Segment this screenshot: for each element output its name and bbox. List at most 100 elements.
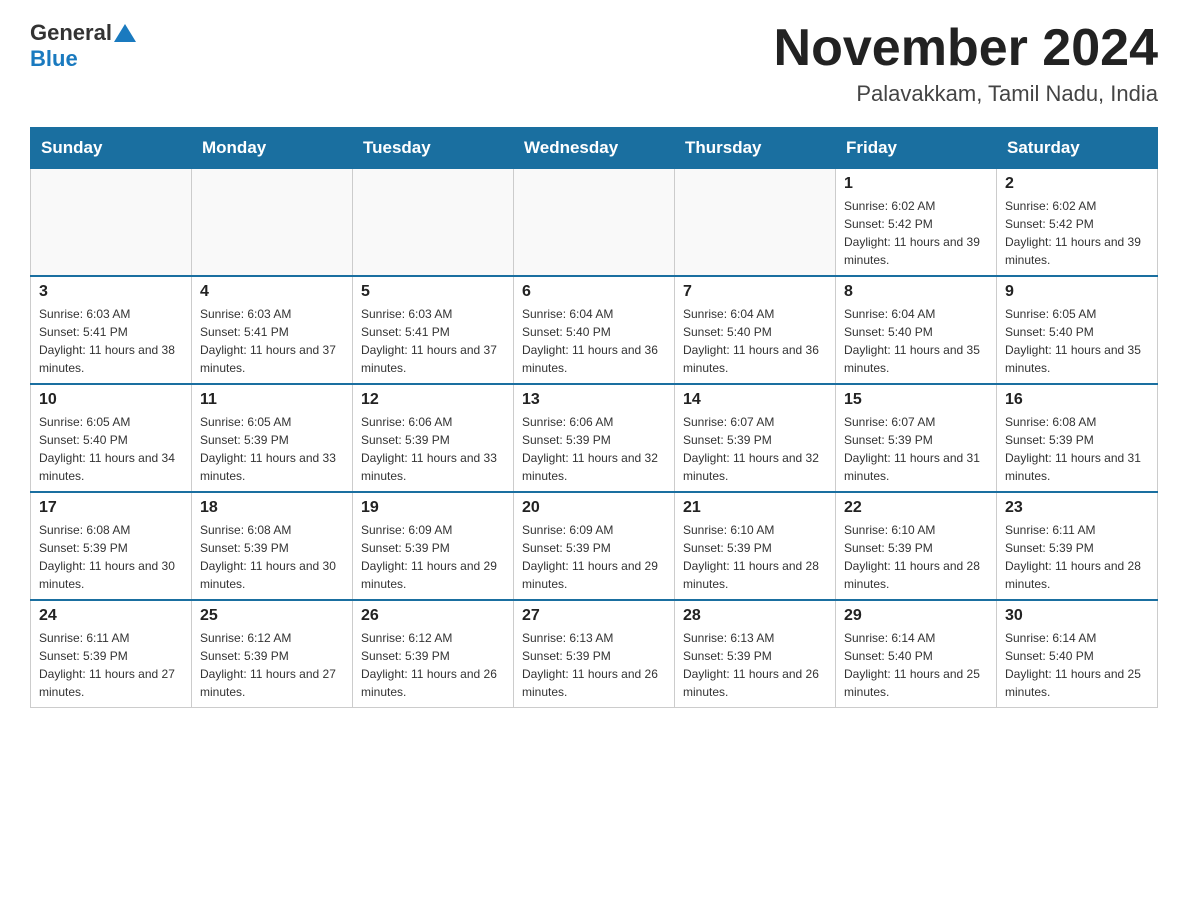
logo-triangle-icon <box>114 22 136 44</box>
weekday-header-row: SundayMondayTuesdayWednesdayThursdayFrid… <box>31 128 1158 169</box>
day-info: Sunrise: 6:12 AMSunset: 5:39 PMDaylight:… <box>361 629 505 701</box>
day-info: Sunrise: 6:05 AMSunset: 5:39 PMDaylight:… <box>200 413 344 485</box>
day-number: 11 <box>200 391 344 409</box>
title-block: November 2024 Palavakkam, Tamil Nadu, In… <box>774 20 1158 107</box>
calendar-cell: 13 Sunrise: 6:06 AMSunset: 5:39 PMDayligh… <box>514 384 675 492</box>
day-number: 28 <box>683 607 827 625</box>
day-info: Sunrise: 6:08 AMSunset: 5:39 PMDaylight:… <box>1005 413 1149 485</box>
calendar-cell <box>192 169 353 277</box>
day-info: Sunrise: 6:09 AMSunset: 5:39 PMDaylight:… <box>522 521 666 593</box>
calendar-cell: 4 Sunrise: 6:03 AMSunset: 5:41 PMDaylight… <box>192 276 353 384</box>
day-info: Sunrise: 6:03 AMSunset: 5:41 PMDaylight:… <box>200 305 344 377</box>
day-number: 19 <box>361 499 505 517</box>
calendar-cell: 27 Sunrise: 6:13 AMSunset: 5:39 PMDayligh… <box>514 600 675 708</box>
calendar-cell: 29Sunrise: 6:14 AMSunset: 5:40 PMDayligh… <box>836 600 997 708</box>
day-info: Sunrise: 6:13 AMSunset: 5:39 PMDaylight:… <box>522 629 666 701</box>
calendar-cell: 6Sunrise: 6:04 AMSunset: 5:40 PMDaylight… <box>514 276 675 384</box>
day-number: 7 <box>683 283 827 301</box>
day-number: 22 <box>844 499 988 517</box>
day-info: Sunrise: 6:14 AMSunset: 5:40 PMDaylight:… <box>844 629 988 701</box>
logo-text-blue: Blue <box>30 46 78 71</box>
day-number: 15 <box>844 391 988 409</box>
day-info: Sunrise: 6:03 AMSunset: 5:41 PMDaylight:… <box>39 305 183 377</box>
day-number: 30 <box>1005 607 1149 625</box>
day-number: 3 <box>39 283 183 301</box>
day-info: Sunrise: 6:07 AMSunset: 5:39 PMDaylight:… <box>844 413 988 485</box>
calendar-week-row: 17 Sunrise: 6:08 AMSunset: 5:39 PMDayligh… <box>31 492 1158 600</box>
calendar-cell <box>675 169 836 277</box>
calendar-cell: 20 Sunrise: 6:09 AMSunset: 5:39 PMDayligh… <box>514 492 675 600</box>
calendar-cell: 12 Sunrise: 6:06 AMSunset: 5:39 PMDayligh… <box>353 384 514 492</box>
day-number: 1 <box>844 175 988 193</box>
day-number: 23 <box>1005 499 1149 517</box>
day-info: Sunrise: 6:06 AMSunset: 5:39 PMDaylight:… <box>361 413 505 485</box>
day-info: Sunrise: 6:08 AMSunset: 5:39 PMDaylight:… <box>39 521 183 593</box>
day-info: Sunrise: 6:04 AMSunset: 5:40 PMDaylight:… <box>683 305 827 377</box>
location-title: Palavakkam, Tamil Nadu, India <box>774 81 1158 107</box>
page-header: General Blue November 2024 Palavakkam, T… <box>30 20 1158 107</box>
calendar-cell <box>353 169 514 277</box>
day-info: Sunrise: 6:11 AMSunset: 5:39 PMDaylight:… <box>1005 521 1149 593</box>
day-number: 25 <box>200 607 344 625</box>
day-number: 8 <box>844 283 988 301</box>
day-info: Sunrise: 6:09 AMSunset: 5:39 PMDaylight:… <box>361 521 505 593</box>
day-info: Sunrise: 6:03 AMSunset: 5:41 PMDaylight:… <box>361 305 505 377</box>
month-title: November 2024 <box>774 20 1158 77</box>
calendar-week-row: 1 Sunrise: 6:02 AMSunset: 5:42 PMDaylight… <box>31 169 1158 277</box>
calendar-cell: 7 Sunrise: 6:04 AMSunset: 5:40 PMDaylight… <box>675 276 836 384</box>
day-info: Sunrise: 6:10 AMSunset: 5:39 PMDaylight:… <box>683 521 827 593</box>
day-number: 26 <box>361 607 505 625</box>
calendar-week-row: 3 Sunrise: 6:03 AMSunset: 5:41 PMDaylight… <box>31 276 1158 384</box>
day-number: 13 <box>522 391 666 409</box>
day-number: 6 <box>522 283 666 301</box>
calendar-cell: 16 Sunrise: 6:08 AMSunset: 5:39 PMDayligh… <box>997 384 1158 492</box>
calendar-cell: 2 Sunrise: 6:02 AMSunset: 5:42 PMDaylight… <box>997 169 1158 277</box>
weekday-header-monday: Monday <box>192 128 353 169</box>
day-info: Sunrise: 6:04 AMSunset: 5:40 PMDaylight:… <box>844 305 988 377</box>
calendar-table: SundayMondayTuesdayWednesdayThursdayFrid… <box>30 127 1158 708</box>
calendar-cell: 25Sunrise: 6:12 AMSunset: 5:39 PMDayligh… <box>192 600 353 708</box>
weekday-header-thursday: Thursday <box>675 128 836 169</box>
day-number: 5 <box>361 283 505 301</box>
calendar-cell <box>514 169 675 277</box>
day-info: Sunrise: 6:10 AMSunset: 5:39 PMDaylight:… <box>844 521 988 593</box>
calendar-cell: 17 Sunrise: 6:08 AMSunset: 5:39 PMDayligh… <box>31 492 192 600</box>
calendar-week-row: 10 Sunrise: 6:05 AMSunset: 5:40 PMDayligh… <box>31 384 1158 492</box>
calendar-cell: 30Sunrise: 6:14 AMSunset: 5:40 PMDayligh… <box>997 600 1158 708</box>
day-number: 14 <box>683 391 827 409</box>
day-number: 12 <box>361 391 505 409</box>
day-info: Sunrise: 6:05 AMSunset: 5:40 PMDaylight:… <box>39 413 183 485</box>
calendar-cell: 15 Sunrise: 6:07 AMSunset: 5:39 PMDayligh… <box>836 384 997 492</box>
calendar-cell: 9Sunrise: 6:05 AMSunset: 5:40 PMDaylight… <box>997 276 1158 384</box>
day-number: 27 <box>522 607 666 625</box>
day-number: 20 <box>522 499 666 517</box>
day-info: Sunrise: 6:02 AMSunset: 5:42 PMDaylight:… <box>844 197 988 269</box>
weekday-header-wednesday: Wednesday <box>514 128 675 169</box>
calendar-week-row: 24 Sunrise: 6:11 AMSunset: 5:39 PMDayligh… <box>31 600 1158 708</box>
calendar-cell: 28Sunrise: 6:13 AMSunset: 5:39 PMDayligh… <box>675 600 836 708</box>
day-number: 24 <box>39 607 183 625</box>
day-number: 10 <box>39 391 183 409</box>
day-number: 17 <box>39 499 183 517</box>
day-number: 16 <box>1005 391 1149 409</box>
day-info: Sunrise: 6:08 AMSunset: 5:39 PMDaylight:… <box>200 521 344 593</box>
calendar-cell: 21Sunrise: 6:10 AMSunset: 5:39 PMDayligh… <box>675 492 836 600</box>
day-info: Sunrise: 6:06 AMSunset: 5:39 PMDaylight:… <box>522 413 666 485</box>
logo-text-general: General <box>30 20 112 46</box>
day-info: Sunrise: 6:07 AMSunset: 5:39 PMDaylight:… <box>683 413 827 485</box>
calendar-cell: 11 Sunrise: 6:05 AMSunset: 5:39 PMDayligh… <box>192 384 353 492</box>
day-info: Sunrise: 6:02 AMSunset: 5:42 PMDaylight:… <box>1005 197 1149 269</box>
calendar-cell: 8 Sunrise: 6:04 AMSunset: 5:40 PMDaylight… <box>836 276 997 384</box>
calendar-cell: 14 Sunrise: 6:07 AMSunset: 5:39 PMDayligh… <box>675 384 836 492</box>
calendar-cell: 5 Sunrise: 6:03 AMSunset: 5:41 PMDaylight… <box>353 276 514 384</box>
calendar-cell: 19 Sunrise: 6:09 AMSunset: 5:39 PMDayligh… <box>353 492 514 600</box>
weekday-header-tuesday: Tuesday <box>353 128 514 169</box>
day-number: 2 <box>1005 175 1149 193</box>
logo: General Blue <box>30 20 136 72</box>
day-number: 4 <box>200 283 344 301</box>
calendar-cell: 26 Sunrise: 6:12 AMSunset: 5:39 PMDayligh… <box>353 600 514 708</box>
day-number: 9 <box>1005 283 1149 301</box>
calendar-cell: 10 Sunrise: 6:05 AMSunset: 5:40 PMDayligh… <box>31 384 192 492</box>
weekday-header-saturday: Saturday <box>997 128 1158 169</box>
day-info: Sunrise: 6:11 AMSunset: 5:39 PMDaylight:… <box>39 629 183 701</box>
